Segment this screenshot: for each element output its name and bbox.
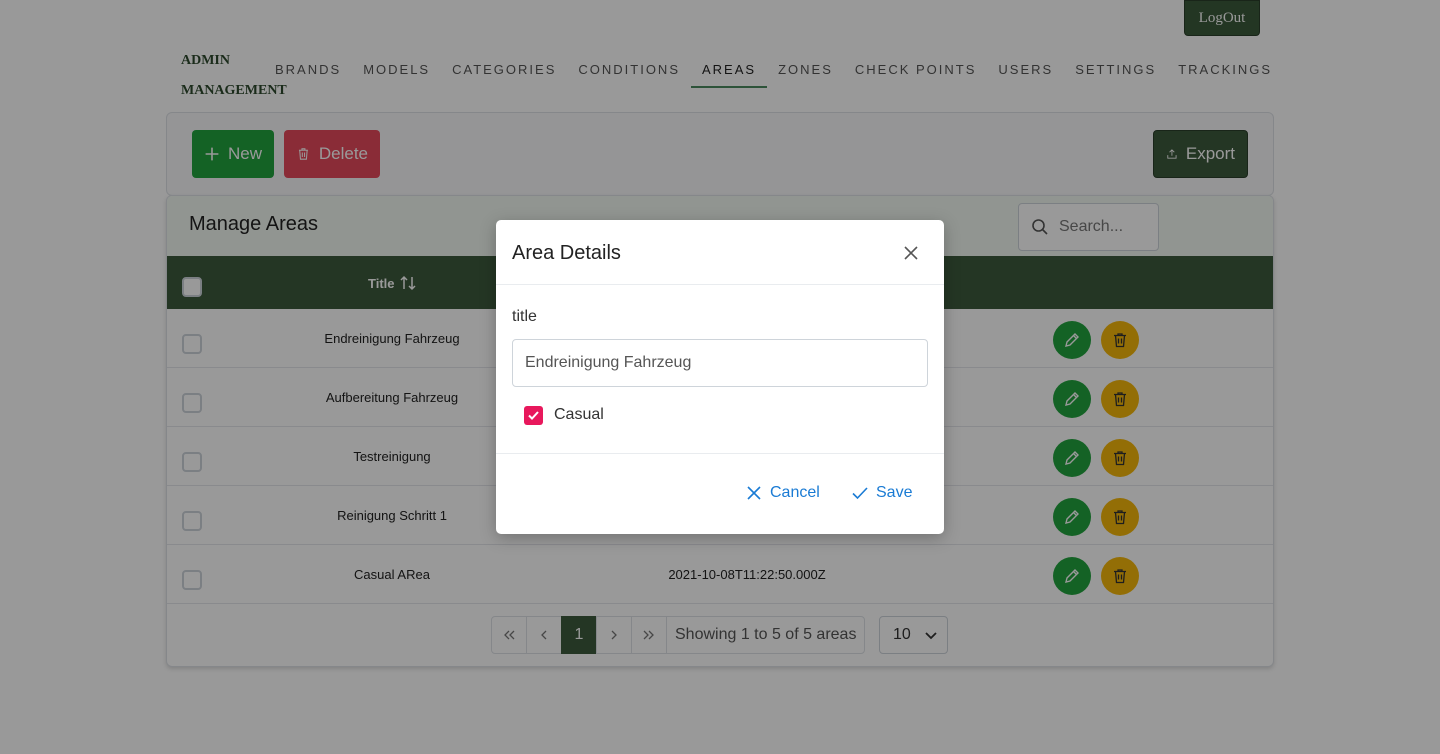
cancel-button[interactable]: Cancel xyxy=(746,484,820,502)
casual-checkbox-label[interactable]: Casual xyxy=(554,406,604,424)
dialog-title: Area Details xyxy=(512,242,621,264)
checkmark-icon xyxy=(528,411,539,420)
close-icon[interactable] xyxy=(900,242,922,264)
close-icon xyxy=(747,486,761,500)
dialog-footer: Cancel Save xyxy=(496,453,944,534)
dialog-header: Area Details xyxy=(496,220,944,285)
title-field-label: title xyxy=(512,308,537,325)
area-details-dialog: Area Details title Casual Cancel Save xyxy=(496,220,944,534)
check-icon xyxy=(852,487,868,500)
casual-checkbox[interactable] xyxy=(524,406,543,425)
save-button-label: Save xyxy=(876,484,913,501)
save-button[interactable]: Save xyxy=(852,484,912,502)
title-input[interactable] xyxy=(512,339,928,387)
cancel-button-label: Cancel xyxy=(770,484,820,501)
